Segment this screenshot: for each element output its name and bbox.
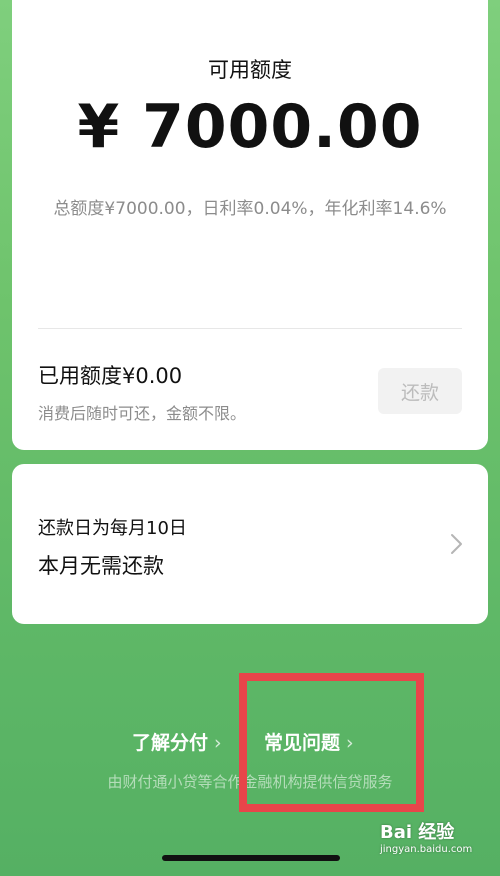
home-indicator[interactable] (162, 855, 340, 861)
available-credit-title: 可用额度 (208, 58, 292, 82)
repayment-date-text: 还款日为每月10日 (38, 518, 187, 539)
card-divider (38, 328, 462, 329)
used-credit-amount: 已用额度¥0.00 (38, 364, 183, 388)
learn-installment-label: 了解分付 (132, 732, 209, 754)
credit-card: 可用额度 ¥ 7000.00 总额度¥7000.00，日利率0.04%，年化利率… (12, 0, 488, 450)
annotation-highlight-box (239, 673, 424, 812)
repayment-status-text: 本月无需还款 (38, 554, 164, 578)
watermark-brand: Bai 经验 (380, 822, 455, 843)
chevron-right-icon: › (214, 732, 222, 754)
available-credit-amount: ¥ 7000.00 (77, 92, 423, 162)
baidu-jingyan-watermark: Bai 经验 jingyan.baidu.com (380, 818, 490, 862)
chevron-right-icon (451, 534, 462, 554)
learn-installment-link[interactable]: 了解分付 › (132, 728, 222, 755)
repayment-card[interactable]: 还款日为每月10日 本月无需还款 (12, 464, 488, 624)
used-credit-note: 消费后随时可还，金额不限。 (38, 404, 247, 423)
watermark-url: jingyan.baidu.com (380, 844, 473, 855)
repay-button[interactable]: 还款 (378, 368, 462, 414)
credit-detail-text: 总额度¥7000.00，日利率0.04%，年化利率14.6% (53, 199, 447, 219)
